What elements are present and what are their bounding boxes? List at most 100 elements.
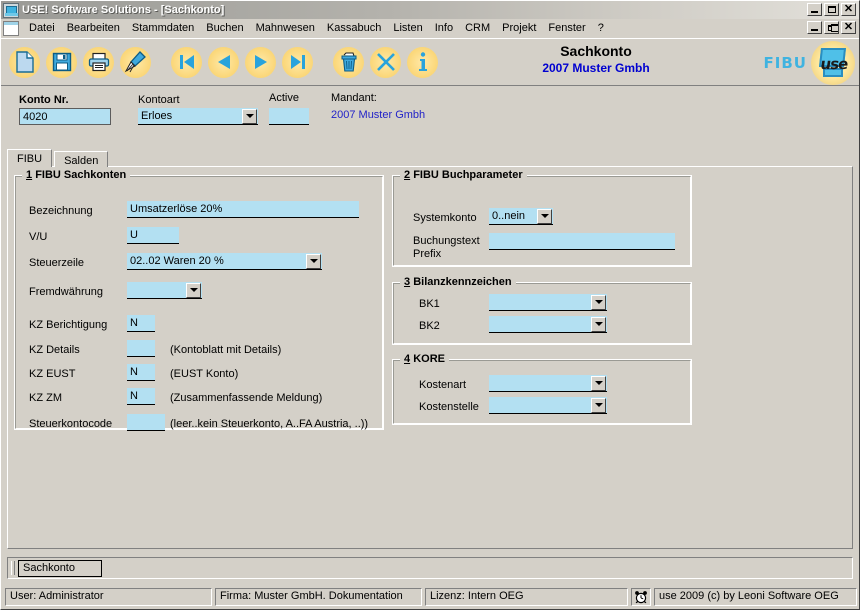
kontoart-select[interactable]: Erloes <box>138 108 258 125</box>
fremdwaehrung-select[interactable] <box>127 282 202 299</box>
menu-item-buchen[interactable]: Buchen <box>200 20 249 37</box>
kz-zm-input[interactable]: N <box>127 388 155 405</box>
broom-clear-icon[interactable] <box>120 46 151 78</box>
menu-item-datei[interactable]: Datei <box>23 20 61 37</box>
menu-item-projekt[interactable]: Projekt <box>496 20 542 37</box>
toolbar <box>1 46 438 78</box>
mdi-restore-icon[interactable] <box>824 21 839 34</box>
print-icon[interactable] <box>83 46 114 78</box>
systemkonto-select[interactable]: 0..nein <box>489 208 553 225</box>
chevron-down-icon[interactable] <box>306 253 321 269</box>
kz-berichtigung-input[interactable]: N <box>127 315 155 332</box>
steuerkontocode-label: Steuerkontocode <box>29 418 113 430</box>
bezeichnung-input[interactable]: Umsatzerlöse 20% <box>127 201 359 218</box>
steuerzeile-select[interactable]: 02..02 Waren 20 % <box>127 253 322 270</box>
brand-area: FIBU use <box>764 41 855 85</box>
use-brand-logo-icon: use <box>811 41 855 85</box>
chevron-down-icon[interactable] <box>537 208 552 224</box>
toolbar-band: Sachkonto 2007 Muster Gmbh FIBU use <box>1 38 859 86</box>
cancel-x-icon[interactable] <box>370 46 401 78</box>
group-fibu-sachkonten: 1 FIBU Sachkonten Bezeichnung Umsatzerlö… <box>14 169 384 431</box>
kz-eust-hint: (EUST Konto) <box>170 368 239 380</box>
menu-item-bearbeiten[interactable]: Bearbeiten <box>61 20 126 37</box>
group-bilanzkennzeichen-title: 3 Bilanzkennzeichen <box>400 276 516 288</box>
mdi-minimize-icon[interactable] <box>807 21 822 34</box>
kostenart-select[interactable] <box>489 375 607 392</box>
task-strip-grip[interactable] <box>11 561 15 575</box>
kz-details-input[interactable] <box>127 340 155 357</box>
menu-item-help[interactable]: ? <box>592 20 610 37</box>
last-record-icon[interactable] <box>282 46 313 78</box>
maximize-icon[interactable] <box>824 3 839 16</box>
chevron-down-icon[interactable] <box>591 294 606 310</box>
mandant-value: 2007 Muster Gmbh <box>331 109 426 121</box>
chevron-down-icon[interactable] <box>591 397 606 413</box>
menu-item-listen[interactable]: Listen <box>387 20 428 37</box>
konto-nr-input[interactable]: 4020 <box>19 108 111 125</box>
status-lizenz: Lizenz: Intern OEG <box>425 588 628 606</box>
new-document-icon[interactable] <box>9 46 40 78</box>
group-kore-title: 4 KORE <box>400 353 449 365</box>
kz-zm-hint: (Zusammenfassende Meldung) <box>170 392 323 404</box>
first-record-icon[interactable] <box>171 46 202 78</box>
chevron-down-icon[interactable] <box>591 375 606 391</box>
mdi-child-controls: ✕ <box>807 21 856 34</box>
chevron-down-icon[interactable] <box>186 282 201 298</box>
buchungstext-prefix-input[interactable] <box>489 233 675 250</box>
active-input[interactable] <box>269 108 309 125</box>
minimize-icon[interactable] <box>807 3 822 16</box>
steuerzeile-value: 02..02 Waren 20 % <box>130 254 224 267</box>
delete-trash-icon[interactable] <box>333 46 364 78</box>
kostenstelle-select[interactable] <box>489 397 607 414</box>
buchungstext-prefix-label-2: Prefix <box>413 248 442 260</box>
window-controls: ✕ <box>807 3 856 16</box>
chevron-down-icon[interactable] <box>591 316 606 332</box>
tab-strip: FIBU Salden <box>7 149 109 167</box>
alarm-clock-icon[interactable] <box>631 588 651 606</box>
mdi-close-icon[interactable]: ✕ <box>841 21 856 34</box>
menu-item-kassabuch[interactable]: Kassabuch <box>321 20 387 37</box>
tab-fibu[interactable]: FIBU <box>7 149 53 167</box>
bk2-select[interactable] <box>489 316 607 333</box>
title-bar: USE! Software Solutions - [Sachkonto] ✕ <box>1 1 859 19</box>
bk1-select[interactable] <box>489 294 607 311</box>
kz-eust-label: KZ EUST <box>29 368 76 380</box>
steuerkontocode-input[interactable] <box>127 414 165 431</box>
bk1-label: BK1 <box>419 298 440 310</box>
group-1-title: FIBU Sachkonten <box>35 169 127 181</box>
status-bar: User: Administrator Firma: Muster GmbH. … <box>5 588 857 606</box>
previous-record-icon[interactable] <box>208 46 239 78</box>
chevron-down-icon[interactable] <box>242 108 257 124</box>
save-icon[interactable] <box>46 46 77 78</box>
menu-item-stammdaten[interactable]: Stammdaten <box>126 20 200 37</box>
kz-details-hint: (Kontoblatt mit Details) <box>170 344 282 356</box>
brand-logo-text: use <box>819 55 849 73</box>
tab-content-fibu: 1 FIBU Sachkonten Bezeichnung Umsatzerlö… <box>7 166 853 549</box>
group-fibu-buchparameter-title: 2 FIBU Buchparameter <box>400 169 527 181</box>
close-icon[interactable]: ✕ <box>841 3 856 16</box>
status-copyright: use 2009 (c) by Leoni Software OEG <box>654 588 857 606</box>
kz-eust-input[interactable]: N <box>127 364 155 381</box>
bezeichnung-label: Bezeichnung <box>29 205 93 217</box>
tab-salden[interactable]: Salden <box>54 151 109 167</box>
kontoart-label: Kontoart <box>138 94 180 106</box>
task-button-sachkonto[interactable]: Sachkonto <box>18 560 102 577</box>
menu-item-info[interactable]: Info <box>429 20 459 37</box>
menu-item-crm[interactable]: CRM <box>459 20 496 37</box>
use-logo-icon <box>3 2 19 18</box>
next-record-icon[interactable] <box>245 46 276 78</box>
group-4-title: KORE <box>413 353 445 365</box>
systemkonto-value: 0..nein <box>492 209 526 222</box>
group-kore: 4 KORE Kostenart Kostenstelle <box>392 353 692 425</box>
menu-item-mahnwesen[interactable]: Mahnwesen <box>250 20 321 37</box>
group-bilanzkennzeichen: 3 Bilanzkennzeichen BK1 BK2 <box>392 276 692 345</box>
vu-input[interactable]: U <box>127 227 179 244</box>
mdi-document-icon[interactable] <box>3 21 19 36</box>
kz-details-label: KZ Details <box>29 344 80 356</box>
menu-bar: Datei Bearbeiten Stammdaten Buchen Mahnw… <box>1 19 859 38</box>
window-title: USE! Software Solutions - [Sachkonto] <box>22 4 225 16</box>
kostenstelle-label: Kostenstelle <box>419 401 479 413</box>
kostenart-label: Kostenart <box>419 379 467 391</box>
menu-item-fenster[interactable]: Fenster <box>542 20 591 37</box>
mdi-task-strip: Sachkonto <box>7 557 853 579</box>
